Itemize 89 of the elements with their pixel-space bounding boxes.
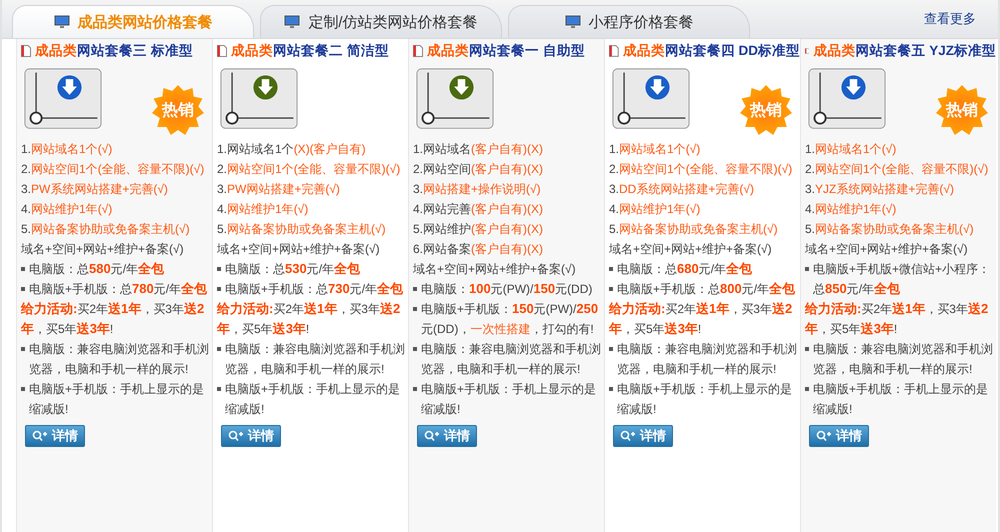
hot-badge: 热销	[740, 85, 792, 135]
tab[interactable]: 定制/仿站类网站价格套餐	[260, 5, 502, 38]
zoom-in-icon	[816, 430, 832, 442]
feature-text: 电脑版+手机版：总780元/年全包	[29, 280, 208, 298]
feature-text: 电脑版+手机版+微信站+小程序：总850元/年全包	[813, 261, 992, 298]
hot-badge: 热销	[936, 85, 988, 135]
feature-text: 2.网站空间1个(全能、容量不限)(√)	[805, 161, 988, 178]
feature-text: 4.网站维护1年(√)	[609, 201, 700, 218]
feature-text: 2.网站空间1个(全能、容量不限)(√)	[21, 161, 204, 178]
feature-text: 5.网站备案协助或免备案主机(√)	[217, 221, 386, 238]
download-drive-icon	[611, 67, 691, 132]
feature-text: 1.网站域名1个(√)	[609, 141, 700, 158]
package-title: 成品类网站套餐二 简洁型	[231, 42, 389, 60]
download-drive-icon	[807, 67, 887, 132]
feature-text: 电脑版：兼容电脑浏览器和手机浏览器，电脑和手机一样的展示!	[617, 341, 798, 378]
download-drive-icon	[219, 67, 299, 132]
feature-text: 4.网站维护1年(√)	[805, 201, 896, 218]
details-button[interactable]: 详情	[25, 425, 85, 447]
feature-text: 6.网站备案(客户自有)(X)	[413, 241, 544, 258]
feature-text: 1.网站域名1个(√)	[21, 141, 112, 158]
zoom-in-icon	[32, 430, 48, 442]
document-icon	[609, 45, 619, 57]
package-title: 成品类网站套餐五 YJZ标准型	[813, 42, 996, 60]
feature-text: 4.网站完善(客户自有)(X)	[413, 201, 544, 218]
document-icon	[21, 45, 31, 57]
feature-text: 电脑版：兼容电脑浏览器和手机浏览器，电脑和手机一样的展示!	[225, 341, 406, 378]
feature-text: 电脑版+手机版：手机上显示的是缩减版!	[617, 381, 794, 418]
feature-text: 电脑版：兼容电脑浏览器和手机浏览器，电脑和手机一样的展示!	[813, 341, 994, 378]
feature-text: 域名+空间+网站+维护+备案(√)	[805, 241, 968, 258]
feature-text: 2.网站空间1个(全能、容量不限)(√)	[609, 161, 792, 178]
feature-text: 3.YJZ系统网站搭建+完善(√)	[805, 181, 954, 198]
feature-text: 5.网站维护(客户自有)(X)	[413, 221, 544, 238]
feature-text: 域名+空间+网站+维护+备案(√)	[609, 241, 772, 258]
feature-text: 4.网站维护1年(√)	[217, 201, 308, 218]
details-button[interactable]: 详情	[809, 425, 869, 447]
zoom-in-icon	[228, 430, 244, 442]
feature-text: 电脑版：总580元/年全包	[29, 260, 164, 278]
feature-text: 电脑版+手机版：手机上显示的是缩减版!	[225, 381, 402, 418]
feature-text: 3.PW系统网站搭建+完善(√)	[21, 181, 168, 198]
feature-text: 电脑版+手机版：手机上显示的是缩减版!	[813, 381, 990, 418]
feature-text: 给力活动:买2年送1年，买3年送2年，买5年送3年!	[805, 300, 990, 338]
zoom-in-icon	[424, 430, 440, 442]
feature-text: 5.网站备案协助或免备案主机(√)	[21, 221, 190, 238]
feature-text: 电脑版：总680元/年全包	[617, 260, 752, 278]
feature-text: 电脑版：总530元/年全包	[225, 260, 360, 278]
feature-text: 给力活动:买2年送1年，买3年送2年，买5年送3年!	[217, 300, 402, 338]
feature-text: 域名+空间+网站+维护+备案(√)	[21, 241, 184, 258]
details-button[interactable]: 详情	[221, 425, 281, 447]
feature-text: 电脑版+手机版：手机上显示的是缩减版!	[421, 381, 598, 418]
hot-badge: 热销	[152, 85, 204, 135]
feature-text: 电脑版+手机版：150元(PW)/250 元(DD)，一次性搭建，打勾的有!	[421, 300, 600, 338]
feature-text: 电脑版+手机版：手机上显示的是缩减版!	[29, 381, 206, 418]
package-title: 成品类网站套餐三 标准型	[35, 42, 193, 60]
feature-text: 电脑版+手机版：总730元/年全包	[225, 280, 404, 298]
monitor-icon	[54, 15, 70, 29]
feature-text: 3.网站搭建+操作说明(√)	[413, 181, 541, 198]
monitor-icon	[564, 15, 580, 29]
monitor-icon	[284, 15, 300, 29]
details-button[interactable]: 详情	[613, 425, 673, 447]
feature-text: 域名+空间+网站+维护+备案(√)	[413, 261, 576, 278]
feature-text: 5.网站备案协助或免备案主机(√)	[609, 221, 778, 238]
feature-text: 电脑版：兼容电脑浏览器和手机浏览器，电脑和手机一样的展示!	[421, 341, 602, 378]
feature-text: 4.网站维护1年(√)	[21, 201, 112, 218]
feature-text: 给力活动:买2年送1年，买3年送2年，买5年送3年!	[21, 300, 206, 338]
feature-text: 5.网站备案协助或免备案主机(√)	[805, 221, 974, 238]
tab[interactable]: 成品类网站价格套餐	[12, 5, 254, 38]
details-button[interactable]: 详情	[417, 425, 477, 447]
package-title: 成品类网站套餐一 自助型	[427, 42, 585, 60]
feature-text: 域名+空间+网站+维护+备案(√)	[217, 241, 380, 258]
feature-text: 1.网站域名(客户自有)(X)	[413, 141, 544, 158]
download-drive-icon	[415, 67, 495, 132]
feature-text: 2.网站空间(客户自有)(X)	[413, 161, 544, 178]
document-icon	[805, 45, 810, 57]
feature-text: 2.网站空间1个(全能、容量不限)(√)	[217, 161, 400, 178]
feature-text: 1.网站域名1个(X)(客户自有)	[217, 141, 366, 158]
feature-text: 给力活动:买2年送1年，买3年送2年，买5年送3年!	[609, 300, 794, 338]
feature-text: 电脑版：兼容电脑浏览器和手机浏览器，电脑和手机一样的展示!	[29, 341, 210, 378]
document-icon	[413, 45, 423, 57]
feature-text: 3.DD系统网站搭建+完善(√)	[609, 181, 754, 198]
tab[interactable]: 小程序价格套餐	[508, 5, 750, 38]
download-drive-icon	[23, 67, 103, 132]
document-icon	[217, 45, 227, 57]
feature-text: 电脑版：100元(PW)/150元(DD)	[421, 280, 592, 298]
feature-text: 3.PW网站搭建+完善(√)	[217, 181, 340, 198]
feature-text: 电脑版+手机版：总800元/年全包	[617, 280, 796, 298]
zoom-in-icon	[620, 430, 636, 442]
more-link[interactable]: 查看更多	[924, 10, 976, 28]
package-title: 成品类网站套餐四 DD标准型	[622, 42, 800, 60]
feature-text: 1.网站域名1个(√)	[805, 141, 896, 158]
